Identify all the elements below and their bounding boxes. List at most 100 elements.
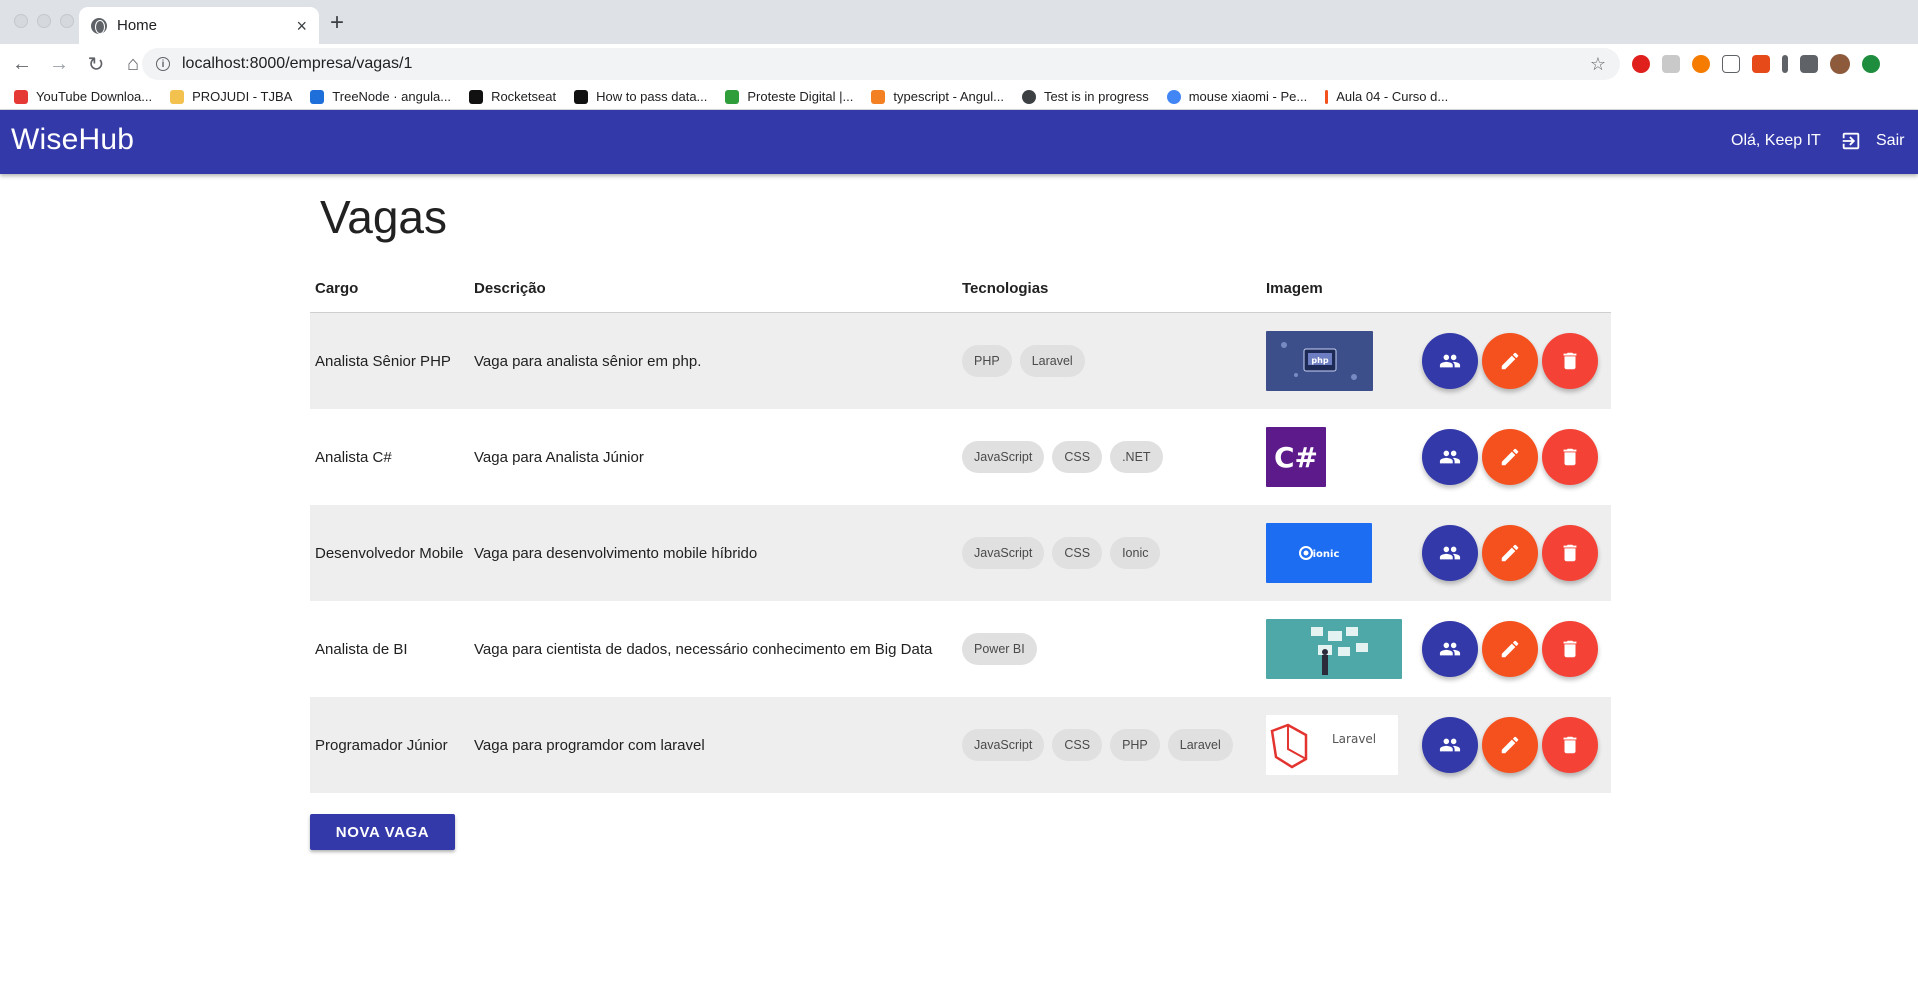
- cell-imagem: ionic: [1266, 523, 1416, 583]
- json-extension-icon[interactable]: [1722, 55, 1740, 73]
- people-icon: [1439, 642, 1461, 656]
- bookmark-favicon-icon: [14, 89, 28, 104]
- cell-descricao: Vaga para cientista de dados, necessário…: [474, 640, 933, 658]
- delete-button[interactable]: [1542, 525, 1598, 581]
- edit-button[interactable]: [1482, 525, 1538, 581]
- opera-extension-icon[interactable]: [1632, 55, 1650, 73]
- cell-tecnologias: JavaScript CSS .NET: [962, 441, 1266, 473]
- bookmark-item[interactable]: Rocketseat: [469, 89, 556, 104]
- delete-button[interactable]: [1542, 429, 1598, 485]
- bookmark-item[interactable]: PROJUDI - TJBA: [170, 89, 292, 104]
- bookmark-favicon-icon: [574, 89, 589, 104]
- candidates-button[interactable]: [1422, 621, 1478, 677]
- back-icon[interactable]: ←: [7, 49, 37, 79]
- chart-extension-icon[interactable]: [1752, 55, 1770, 73]
- candidates-button[interactable]: [1422, 525, 1478, 581]
- bi-job-image: [1266, 619, 1402, 679]
- delete-button[interactable]: [1542, 717, 1598, 773]
- minimize-window-button[interactable]: [37, 14, 51, 28]
- trash-icon: [1563, 544, 1577, 562]
- bookmark-favicon-icon: [310, 89, 325, 104]
- delete-button[interactable]: [1542, 333, 1598, 389]
- table-row: Desenvolvedor Mobile Vaga para desenvolv…: [310, 505, 1611, 601]
- edit-button[interactable]: [1482, 333, 1538, 389]
- tech-chip: CSS: [1052, 729, 1103, 761]
- cell-cargo: Desenvolvedor Mobile: [315, 544, 464, 562]
- table-row: Analista Sênior PHP Vaga para analista s…: [310, 313, 1611, 409]
- tech-chip: JavaScript: [962, 441, 1045, 473]
- trash-icon: [1563, 352, 1577, 370]
- svg-text:Laravel: Laravel: [1332, 732, 1376, 746]
- puzzle-extension-icon[interactable]: [1800, 55, 1818, 73]
- address-bar[interactable]: i localhost:8000/empresa/vagas/1 ☆: [142, 48, 1620, 80]
- svg-text:C#: C#: [1274, 441, 1318, 474]
- row-actions: [1416, 333, 1611, 389]
- update-icon[interactable]: [1862, 55, 1880, 73]
- row-actions: [1416, 429, 1611, 485]
- svg-text:php: php: [1311, 356, 1328, 365]
- cell-descricao: Vaga para programdor com laravel: [474, 736, 705, 754]
- candidates-button[interactable]: [1422, 429, 1478, 485]
- info-icon[interactable]: i: [156, 57, 170, 71]
- logout-icon: [1842, 132, 1860, 150]
- forward-icon[interactable]: →: [44, 49, 74, 79]
- maximize-window-button[interactable]: [60, 14, 74, 28]
- delete-button[interactable]: [1542, 621, 1598, 677]
- header-cargo: Cargo: [315, 280, 359, 297]
- bookmark-favicon-icon: [170, 89, 185, 104]
- edit-button[interactable]: [1482, 717, 1538, 773]
- close-window-button[interactable]: [14, 14, 28, 28]
- pencil-icon: [1501, 640, 1519, 658]
- bookmark-item[interactable]: Test is in progress: [1021, 89, 1149, 104]
- profile-avatar-icon[interactable]: [1830, 54, 1850, 74]
- header-imagem: Imagem: [1266, 280, 1323, 297]
- pencil-icon: [1501, 544, 1519, 562]
- user-greeting: Olá, Keep IT: [1731, 132, 1821, 149]
- bookmark-item[interactable]: typescript - Angul...: [871, 89, 1004, 104]
- trash-icon: [1563, 736, 1577, 754]
- trash-icon: [1563, 640, 1577, 658]
- people-icon: [1439, 546, 1461, 560]
- csharp-job-image: C#: [1266, 427, 1326, 487]
- fire-extension-icon[interactable]: [1692, 55, 1710, 73]
- header-tecnologias: Tecnologias: [962, 280, 1049, 297]
- eyedropper-extension-icon[interactable]: [1782, 55, 1788, 73]
- browser-tab[interactable]: Home ×: [79, 7, 319, 44]
- nova-vaga-button[interactable]: NOVA VAGA: [310, 814, 455, 850]
- logout-button[interactable]: Sair: [1840, 130, 1904, 152]
- extensions-area: [1632, 54, 1880, 74]
- candidates-button[interactable]: [1422, 333, 1478, 389]
- header-descricao: Descrição: [474, 280, 546, 297]
- tab-close-icon[interactable]: ×: [296, 17, 307, 35]
- candidates-button[interactable]: [1422, 717, 1478, 773]
- bookmark-item[interactable]: Aula 04 - Curso d...: [1325, 89, 1448, 104]
- cell-tecnologias: JavaScript CSS PHP Laravel: [962, 729, 1266, 761]
- cell-tecnologias: Power BI: [962, 633, 1266, 665]
- brand-logo[interactable]: WiseHub: [11, 123, 134, 157]
- bookmark-item[interactable]: TreeNode · angula...: [310, 89, 451, 104]
- tab-title: Home: [117, 17, 158, 34]
- bookmark-item[interactable]: YouTube Downloa...: [14, 89, 152, 104]
- tech-chip: Laravel: [1019, 345, 1085, 377]
- vagas-table: Cargo Descrição Tecnologias Imagem Anali…: [310, 265, 1611, 793]
- bookmark-item[interactable]: mouse xiaomi - Pe...: [1166, 89, 1307, 104]
- s-extension-icon[interactable]: [1662, 55, 1680, 73]
- edit-button[interactable]: [1482, 429, 1538, 485]
- bookmark-favicon-icon: [871, 89, 886, 104]
- url-text[interactable]: localhost:8000/empresa/vagas/1: [182, 55, 1578, 73]
- row-actions: [1416, 717, 1611, 773]
- cell-descricao: Vaga para desenvolvimento mobile híbrido: [474, 544, 758, 562]
- bookmark-item[interactable]: How to pass data...: [574, 89, 707, 104]
- cell-tecnologias: PHP Laravel: [962, 345, 1266, 377]
- page-title: Vagas: [320, 191, 448, 243]
- cell-imagem: C#: [1266, 427, 1416, 487]
- tech-chip: JavaScript: [962, 537, 1045, 569]
- new-tab-button[interactable]: +: [330, 11, 344, 35]
- reload-icon[interactable]: ↻: [81, 49, 111, 79]
- bookmark-item[interactable]: Proteste Digital |...: [725, 89, 853, 104]
- bookmark-star-icon[interactable]: ☆: [1590, 54, 1606, 75]
- app-bar: WiseHub Olá, Keep IT Sair: [0, 110, 1918, 174]
- cell-imagem: php: [1266, 331, 1416, 391]
- edit-button[interactable]: [1482, 621, 1538, 677]
- table-header: Cargo Descrição Tecnologias Imagem: [310, 265, 1611, 313]
